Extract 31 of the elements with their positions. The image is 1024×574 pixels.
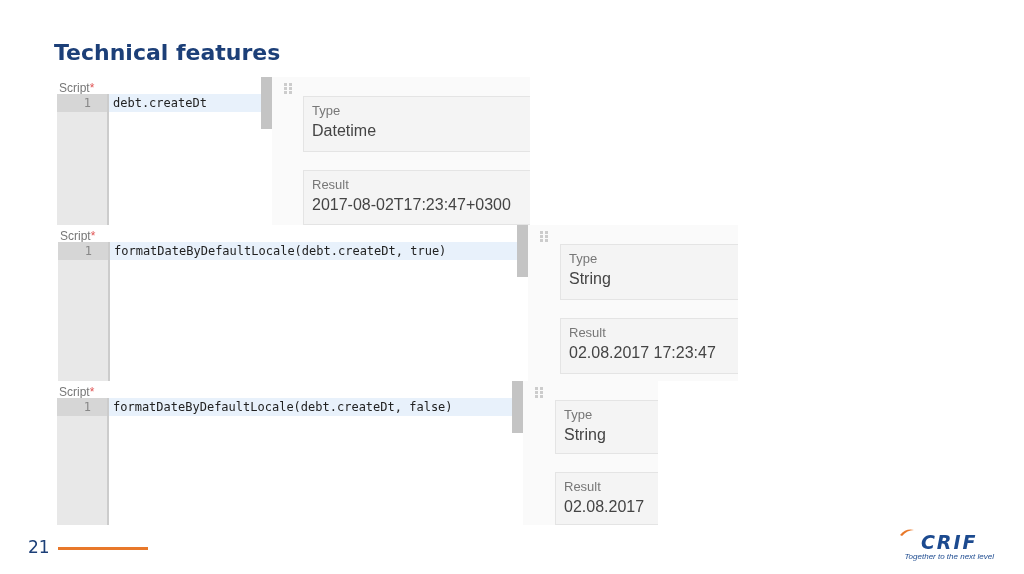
logo-name: CRIF — [920, 532, 978, 553]
field-label: Result — [312, 176, 350, 192]
field-label: Type — [569, 251, 599, 267]
field-label: Type — [312, 103, 342, 119]
drag-handle-icon[interactable] — [283, 83, 292, 95]
line-number: 1 — [57, 94, 107, 113]
field-label: Result — [569, 325, 607, 341]
drag-handle-icon[interactable] — [540, 231, 548, 243]
script-editor[interactable]: Script* 1 formatDateByDefaultLocale(debt.createDt, true) — [58, 225, 517, 382]
scrollbar-thumb[interactable] — [512, 381, 523, 434]
field-value: Datetime — [312, 122, 378, 141]
logo-tagline: Together to the next level — [904, 552, 994, 562]
field-value: String — [564, 426, 607, 445]
scrollbar-thumb[interactable] — [517, 225, 528, 278]
field-label: Script* — [59, 228, 97, 243]
field-label: Result — [564, 478, 602, 494]
field-label: Script* — [58, 384, 96, 399]
field-value: String — [569, 270, 612, 289]
scrollbar-thumb[interactable] — [261, 77, 272, 130]
script-editor[interactable]: Script* 1 formatDateByDefaultLocale(debt.createDt, false) — [57, 381, 512, 526]
slide-title: Technical features — [54, 40, 282, 67]
field-value: 2017-08-02T17:23:47+0300 — [312, 195, 512, 214]
page-number: 21 — [28, 536, 50, 557]
script-editor[interactable]: Script* 1 debt.createDt — [57, 77, 261, 226]
field-label: Script* — [58, 80, 96, 95]
field-value: 02.08.2017 — [564, 497, 646, 516]
field-value: 02.08.2017 17:23:47 — [569, 344, 717, 363]
field-label: Type — [564, 407, 594, 423]
line-number: 1 — [57, 398, 107, 417]
drag-handle-icon[interactable] — [535, 387, 543, 399]
line-number: 1 — [58, 242, 108, 261]
